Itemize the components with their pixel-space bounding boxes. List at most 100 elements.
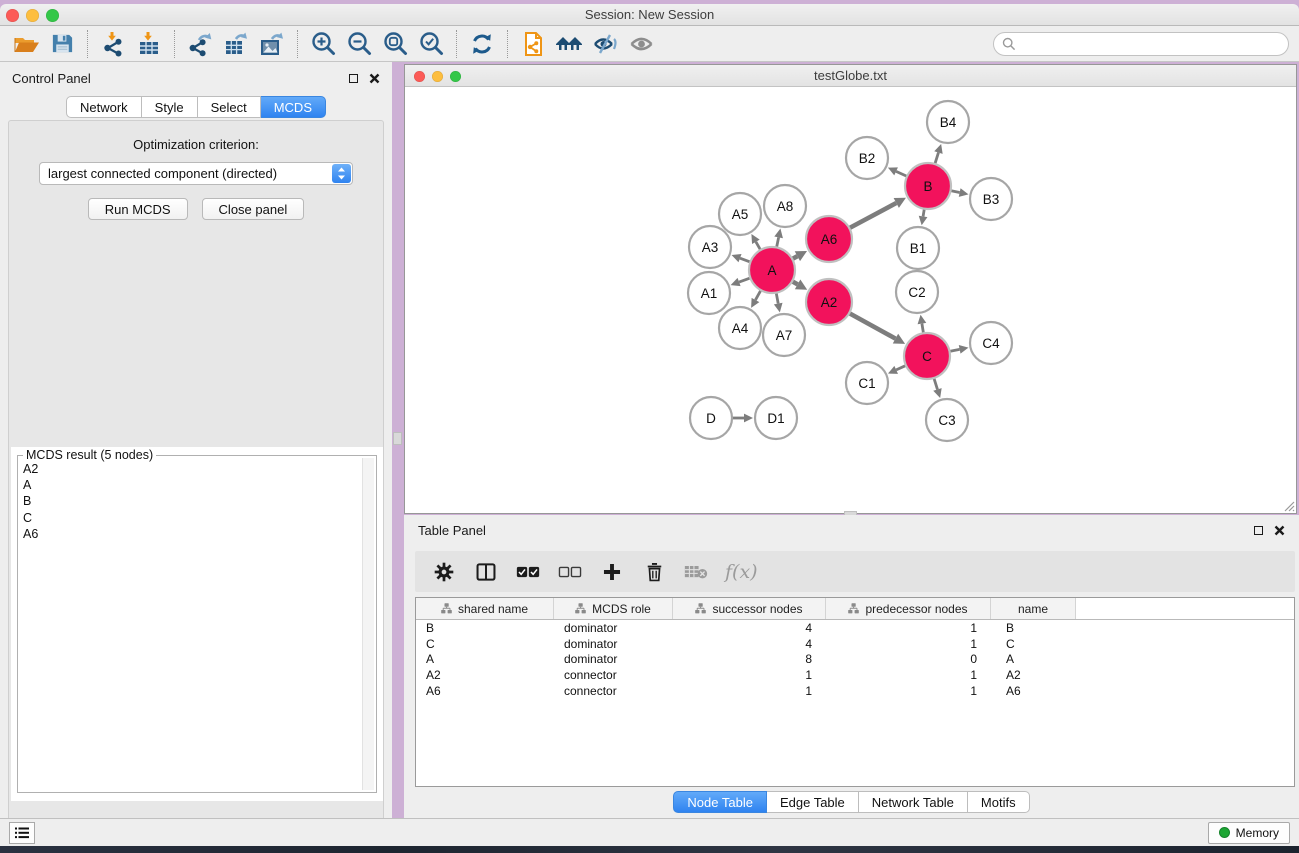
cell-mcds-role[interactable]: dominator bbox=[554, 652, 673, 666]
edge-C-C4[interactable] bbox=[950, 349, 960, 351]
float-panel-icon[interactable] bbox=[349, 74, 358, 83]
cell-name[interactable]: C bbox=[991, 637, 1076, 651]
minimize-window-button[interactable] bbox=[26, 9, 39, 22]
edge-C-C2[interactable] bbox=[922, 324, 924, 334]
table-settings-button[interactable] bbox=[431, 559, 457, 585]
cell-mcds-role[interactable]: dominator bbox=[554, 637, 673, 651]
vertical-splitter-grip[interactable] bbox=[393, 432, 402, 445]
tab-network[interactable]: Network bbox=[66, 96, 142, 118]
minimize-network-button[interactable] bbox=[432, 71, 443, 82]
new-network-button[interactable] bbox=[515, 29, 551, 59]
result-item-b[interactable]: B bbox=[20, 493, 363, 509]
show-all-button[interactable] bbox=[623, 29, 659, 59]
cell-successor-nodes[interactable]: 4 bbox=[673, 621, 826, 635]
cell-shared-name[interactable]: B bbox=[416, 621, 554, 635]
zoom-network-button[interactable] bbox=[450, 71, 461, 82]
import-network-button[interactable] bbox=[95, 29, 131, 59]
zoom-in-button[interactable] bbox=[305, 29, 341, 59]
zoom-window-button[interactable] bbox=[46, 9, 59, 22]
export-table-button[interactable] bbox=[218, 29, 254, 59]
function-builder-button[interactable]: f(x) bbox=[725, 561, 758, 583]
cell-name[interactable]: A6 bbox=[991, 684, 1076, 698]
close-network-button[interactable] bbox=[414, 71, 425, 82]
delete-table-button[interactable] bbox=[683, 559, 709, 585]
deselect-all-button[interactable] bbox=[557, 559, 583, 585]
cell-name[interactable]: B bbox=[991, 621, 1076, 635]
create-column-button[interactable] bbox=[599, 559, 625, 585]
zoom-selected-button[interactable] bbox=[413, 29, 449, 59]
select-all-button[interactable] bbox=[515, 559, 541, 585]
cell-mcds-role[interactable]: connector bbox=[554, 668, 673, 682]
tab-network-table[interactable]: Network Table bbox=[859, 791, 968, 813]
close-panel-icon[interactable] bbox=[369, 73, 380, 84]
close-window-button[interactable] bbox=[6, 9, 19, 22]
cell-predecessor-nodes[interactable]: 1 bbox=[826, 637, 991, 651]
edge-A-A8[interactable] bbox=[777, 237, 779, 247]
delete-column-button[interactable] bbox=[641, 559, 667, 585]
edge-C-C3[interactable] bbox=[934, 378, 938, 390]
cell-predecessor-nodes[interactable]: 0 bbox=[826, 652, 991, 666]
edge-A-A1[interactable] bbox=[739, 278, 750, 282]
run-mcds-button[interactable]: Run MCDS bbox=[88, 198, 188, 220]
edge-B-B2[interactable] bbox=[896, 171, 907, 176]
edge-B-B4[interactable] bbox=[935, 153, 939, 165]
cell-predecessor-nodes[interactable]: 1 bbox=[826, 684, 991, 698]
column-header-predecessor-nodes[interactable]: predecessor nodes bbox=[826, 598, 991, 619]
export-network-button[interactable] bbox=[182, 29, 218, 59]
tab-node-table[interactable]: Node Table bbox=[673, 791, 767, 813]
edge-A2-C[interactable] bbox=[849, 313, 895, 339]
edge-A-A3[interactable] bbox=[740, 258, 750, 262]
tab-edge-table[interactable]: Edge Table bbox=[767, 791, 859, 813]
search-input[interactable] bbox=[993, 32, 1289, 56]
result-item-a[interactable]: A bbox=[20, 477, 363, 493]
export-image-button[interactable] bbox=[254, 29, 290, 59]
close-panel-button[interactable]: Close panel bbox=[202, 198, 305, 220]
toggle-panes-button[interactable] bbox=[473, 559, 499, 585]
criterion-select[interactable]: largest connected component (directed) bbox=[39, 162, 353, 185]
tab-select[interactable]: Select bbox=[198, 96, 261, 118]
close-table-panel-icon[interactable] bbox=[1274, 525, 1285, 536]
cell-successor-nodes[interactable]: 1 bbox=[673, 684, 826, 698]
cell-name[interactable]: A bbox=[991, 652, 1076, 666]
zoom-out-button[interactable] bbox=[341, 29, 377, 59]
window-resize-grip[interactable] bbox=[1283, 500, 1295, 512]
memory-button[interactable]: Memory bbox=[1208, 822, 1290, 844]
cell-shared-name[interactable]: C bbox=[416, 637, 554, 651]
save-session-button[interactable] bbox=[44, 29, 80, 59]
cell-predecessor-nodes[interactable]: 1 bbox=[826, 668, 991, 682]
first-neighbors-button[interactable] bbox=[551, 29, 587, 59]
hide-selected-button[interactable] bbox=[587, 29, 623, 59]
edge-B-B3[interactable] bbox=[951, 191, 960, 193]
cell-successor-nodes[interactable]: 8 bbox=[673, 652, 826, 666]
tab-motifs[interactable]: Motifs bbox=[968, 791, 1030, 813]
cell-name[interactable]: A2 bbox=[991, 668, 1076, 682]
cell-successor-nodes[interactable]: 1 bbox=[673, 668, 826, 682]
column-header-shared-name[interactable]: shared name bbox=[416, 598, 554, 619]
result-item-c[interactable]: C bbox=[20, 510, 363, 526]
tab-mcds[interactable]: MCDS bbox=[261, 96, 326, 118]
result-scrollbar[interactable] bbox=[362, 458, 374, 790]
result-item-a2[interactable]: A2 bbox=[20, 461, 363, 477]
float-table-panel-icon[interactable] bbox=[1254, 526, 1263, 535]
network-canvas[interactable]: B4B2BB3A8A5A6A3B1AA1C2A2A4A7C4CC1DD1C3 bbox=[405, 88, 1296, 513]
edge-B-B1[interactable] bbox=[923, 209, 924, 217]
refresh-layout-button[interactable] bbox=[464, 29, 500, 59]
cell-predecessor-nodes[interactable]: 1 bbox=[826, 621, 991, 635]
result-item-a6[interactable]: A6 bbox=[20, 526, 363, 542]
cell-shared-name[interactable]: A6 bbox=[416, 684, 554, 698]
cell-successor-nodes[interactable]: 4 bbox=[673, 637, 826, 651]
cell-mcds-role[interactable]: connector bbox=[554, 684, 673, 698]
edge-A-A4[interactable] bbox=[755, 290, 760, 300]
open-session-button[interactable] bbox=[8, 29, 44, 59]
zoom-fit-button[interactable] bbox=[377, 29, 413, 59]
task-history-button[interactable] bbox=[9, 822, 35, 844]
cell-mcds-role[interactable]: dominator bbox=[554, 621, 673, 635]
cell-shared-name[interactable]: A2 bbox=[416, 668, 554, 682]
column-header-name[interactable]: name bbox=[991, 598, 1076, 619]
edge-A6-B[interactable] bbox=[849, 203, 896, 228]
edge-A-A7[interactable] bbox=[776, 293, 778, 304]
edge-A-A5[interactable] bbox=[756, 242, 761, 250]
cell-shared-name[interactable]: A bbox=[416, 652, 554, 666]
import-table-button[interactable] bbox=[131, 29, 167, 59]
edge-C-C1[interactable] bbox=[896, 365, 906, 369]
